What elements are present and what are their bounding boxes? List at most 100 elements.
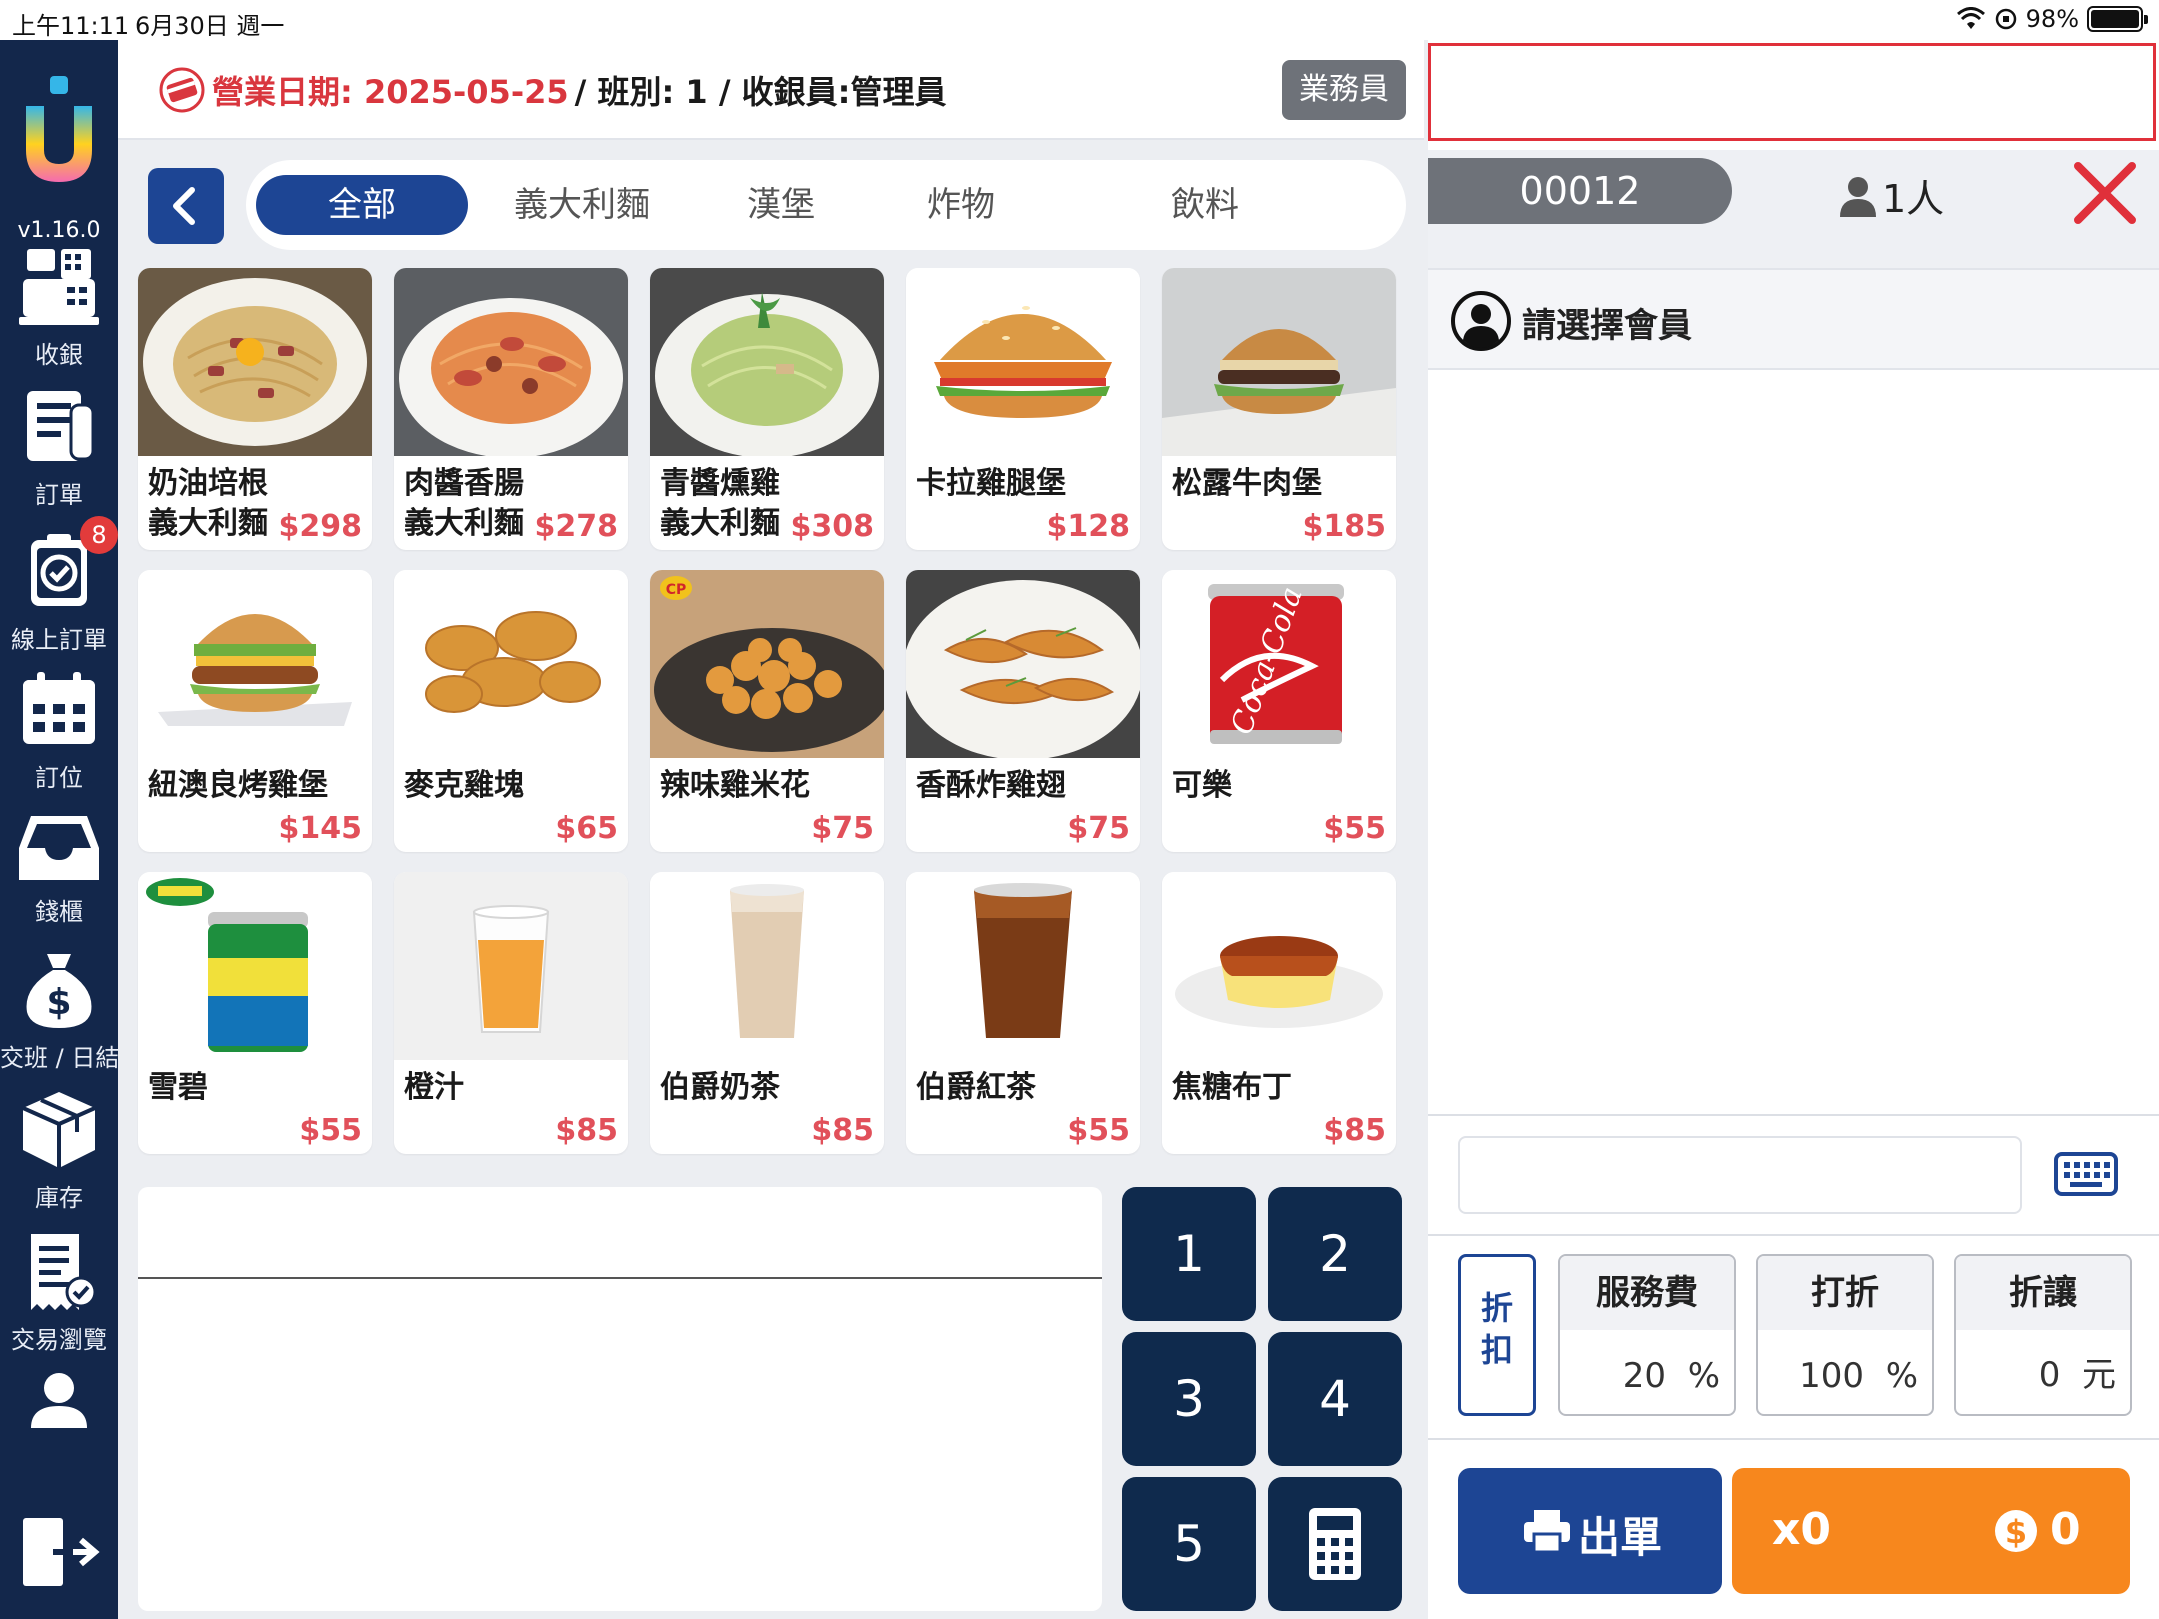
nav-online-orders-label: 線上訂單 <box>11 626 107 654</box>
note-input[interactable] <box>1458 1136 2022 1214</box>
product-card-new-orleans-burger[interactable]: 紐澳良烤雞堡 $145 <box>138 570 372 852</box>
product-card-earl-grey-milk-tea[interactable]: 伯爵奶茶 $85 <box>650 872 884 1154</box>
shift-cashier-info: / 班別: 1 / 收銀員:管理員 <box>574 73 947 111</box>
discount-toggle[interactable]: 折 扣 <box>1458 1254 1536 1416</box>
keypad-key-4[interactable]: 4 <box>1268 1332 1402 1466</box>
category-tabs: 全部 義大利麵 漢堡 炸物 飲料 <box>246 160 1406 250</box>
nav-user[interactable] <box>0 1370 118 1430</box>
cash-register-icon <box>19 249 99 325</box>
member-avatar-icon <box>1451 291 1511 351</box>
dollar-coin-icon: $ <box>1995 1510 2037 1552</box>
product-card-sprite[interactable]: 雪碧 $55 <box>138 872 372 1154</box>
nav-online-orders[interactable]: 8 線上訂單 <box>0 516 118 655</box>
product-name: 雪碧 <box>148 1070 208 1105</box>
total-amount: 0 <box>2050 1504 2081 1555</box>
keypad-key-2[interactable]: 2 <box>1268 1187 1402 1321</box>
staff-button[interactable]: 業務員 <box>1282 60 1406 120</box>
print-order-button[interactable]: 出單 <box>1458 1468 1722 1594</box>
product-card-carbonara[interactable]: 奶油培根 義大利麵 $298 <box>138 268 372 550</box>
product-image-pesto <box>650 268 884 456</box>
product-card-chicken-burger[interactable]: 卡拉雞腿堡 $128 <box>906 268 1140 550</box>
product-price: $55 <box>299 1113 362 1148</box>
product-price: $65 <box>555 811 618 846</box>
product-price: $85 <box>811 1113 874 1148</box>
product-price: $278 <box>534 509 619 544</box>
member-prompt: 請選擇會員 <box>1522 306 1692 346</box>
nav-reservation-label: 訂位 <box>35 764 83 792</box>
status-right: 98% <box>1956 5 2148 33</box>
wifi-icon <box>1956 7 1985 29</box>
guest-count[interactable]: 1人 <box>1838 168 1944 223</box>
keypad-key-5[interactable]: 5 <box>1122 1477 1256 1611</box>
nav-logout[interactable] <box>0 1514 118 1590</box>
back-button[interactable] <box>148 168 224 244</box>
product-card-chicken-wings[interactable]: 香酥炸雞翅 $75 <box>906 570 1140 852</box>
product-name: 橙汁 <box>404 1070 464 1105</box>
tab-burger[interactable]: 漢堡 <box>706 175 856 235</box>
product-name: 香酥炸雞翅 <box>916 768 1066 803</box>
print-order-label: 出單 <box>1578 1513 1663 1562</box>
sidebar: v1.16.0 收銀 訂單 8 線上訂單 訂位 錢櫃 $ 交班 / 日結 庫存 … <box>0 40 119 1619</box>
product-card-pesto[interactable]: 青醬燻雞 義大利麵 $308 <box>650 268 884 550</box>
drawer-icon <box>19 816 99 880</box>
guest-count-label: 1人 <box>1882 177 1945 221</box>
keypad-key-1[interactable]: 1 <box>1122 1187 1256 1321</box>
tab-fried[interactable]: 炸物 <box>886 175 1036 235</box>
product-name: 紐澳良烤雞堡 <box>148 768 328 803</box>
nav-reservation[interactable]: 訂位 <box>0 668 118 793</box>
discount-amount-box[interactable]: 折讓 0 元 <box>1954 1254 2132 1416</box>
calendar-icon <box>23 672 95 744</box>
service-fee-box[interactable]: 服務費 20 % <box>1558 1254 1736 1416</box>
close-icon[interactable] <box>2068 156 2142 230</box>
product-card-orange-juice[interactable]: 橙汁 $85 <box>394 872 628 1154</box>
nav-orders[interactable]: 訂單 <box>0 385 118 510</box>
product-image-earl-grey-milk-tea <box>650 872 884 1060</box>
checkout-button[interactable]: x0 $ 0 <box>1732 1468 2130 1594</box>
logout-icon <box>23 1518 100 1586</box>
calculator-button[interactable] <box>1268 1477 1402 1611</box>
service-fee-title: 服務費 <box>1560 1256 1734 1330</box>
product-card-bolognese[interactable]: 肉醬香腸 義大利麵 $278 <box>394 268 628 550</box>
product-card-caramel-pudding[interactable]: 焦糖布丁 $85 <box>1162 872 1396 1154</box>
nav-cash-drawer[interactable]: 錢櫃 <box>0 810 118 927</box>
keyboard-icon[interactable] <box>2054 1152 2118 1196</box>
nav-inventory[interactable]: 庫存 <box>0 1088 118 1213</box>
quantity-display-panel[interactable] <box>138 1187 1102 1611</box>
keypad-key-3[interactable]: 3 <box>1122 1332 1256 1466</box>
product-card-cola[interactable]: Coca-Cola 可樂 $55 <box>1162 570 1396 852</box>
order-divider <box>1428 1114 2159 1116</box>
nav-cash-drawer-label: 錢櫃 <box>35 898 83 926</box>
product-card-nuggets[interactable]: 麥克雞塊 $65 <box>394 570 628 852</box>
product-card-earl-grey-black-tea[interactable]: 伯爵紅茶 $55 <box>906 872 1140 1154</box>
person-icon <box>1840 176 1876 217</box>
status-bar: 上午11:11 6月30日 週一 98% <box>0 0 2159 40</box>
panel-divider <box>138 1277 1102 1279</box>
nav-transactions[interactable]: 交易瀏覽 <box>0 1230 118 1355</box>
product-image-sprite <box>138 872 372 1060</box>
product-image-chicken-wings <box>906 570 1140 758</box>
tab-drinks[interactable]: 飲料 <box>1130 175 1280 235</box>
product-image-chicken-burger <box>906 268 1140 456</box>
tab-pasta[interactable]: 義大利麵 <box>482 175 682 235</box>
product-name: 伯爵紅茶 <box>916 1070 1036 1105</box>
nav-cashier-label: 收銀 <box>35 341 83 369</box>
printer-icon <box>1524 1510 1570 1554</box>
money-bag-icon: $ <box>26 954 92 1028</box>
business-date: 營業日期: 2025-05-25 <box>212 73 569 111</box>
product-name: 辣味雞米花 <box>660 768 810 803</box>
member-select[interactable]: 請選擇會員 <box>1428 268 2159 370</box>
battery-icon <box>2087 6 2148 32</box>
discount-percent-value: 100 % <box>1799 1356 1918 1396</box>
product-price: $75 <box>1067 811 1130 846</box>
product-card-popcorn-chicken[interactable]: CP 辣味雞米花 $75 <box>650 570 884 852</box>
nav-transactions-label: 交易瀏覽 <box>11 1326 107 1354</box>
product-card-truffle-burger[interactable]: 松露牛肉堡 $185 <box>1162 268 1396 550</box>
discount-percent-box[interactable]: 打折 100 % <box>1756 1254 1934 1416</box>
user-icon <box>31 1373 87 1428</box>
tab-all[interactable]: 全部 <box>256 175 468 235</box>
product-price: $75 <box>811 811 874 846</box>
main-header: 營業日期: 2025-05-25 / 班別: 1 / 收銀員:管理員 業務員 <box>118 40 1424 140</box>
nav-shift-close[interactable]: $ 交班 / 日結 <box>0 948 119 1073</box>
nav-cashier[interactable]: 收銀 <box>0 245 118 370</box>
product-image-orange-juice <box>394 872 628 1060</box>
